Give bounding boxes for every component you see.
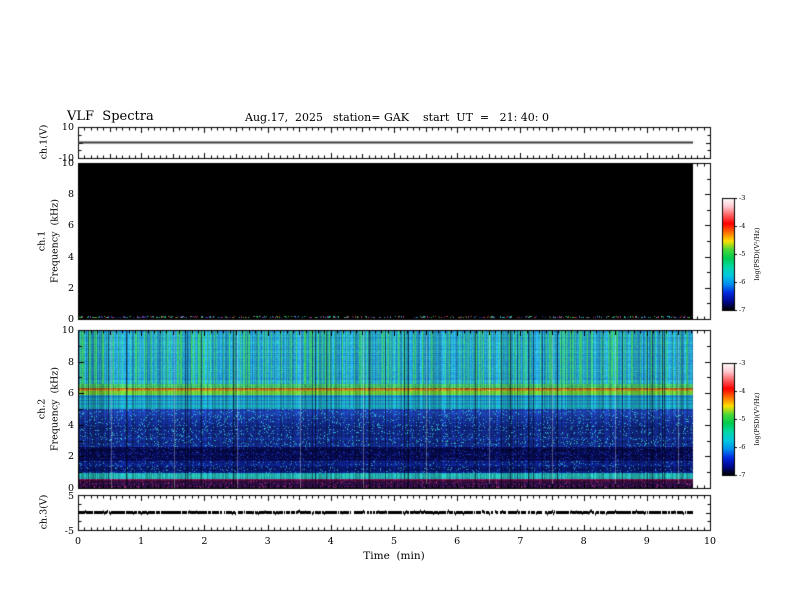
spec2-ytick-label: 8	[67, 356, 74, 368]
time-tick-label: 4	[327, 536, 334, 547]
ch3v-ytick-label: 5	[67, 491, 74, 502]
colorbar-tick-label: -6	[739, 443, 746, 451]
spec1-ytick-label: 6	[67, 220, 74, 232]
time-tick-label: 3	[264, 536, 271, 547]
colorbar-tick-label: -6	[739, 278, 746, 286]
plot-title: VLF Spectra	[67, 109, 154, 124]
spec2-ytick-label: 2	[67, 451, 74, 463]
colorbar-tick-label: -3	[739, 359, 746, 367]
time-tick-label: 10	[703, 536, 717, 547]
spec1-ytick-label: 0	[67, 314, 74, 325]
spec2-ytick-label: 4	[67, 419, 74, 431]
colorbar-tick-label: -4	[739, 222, 746, 230]
vlf-spectra-figure: VLF Spectra Aug.17, 2025 station= GAK st…	[0, 0, 792, 612]
plot-station: station= GAK	[333, 111, 409, 124]
plot-canvas	[0, 0, 792, 612]
colorbar-tick-label: -5	[739, 415, 746, 423]
spec2-ytick-label: 6	[67, 388, 74, 400]
colorbar-tick-label: -7	[739, 306, 746, 314]
spec1-ytick-label: 4	[67, 251, 74, 263]
time-tick-label: 6	[454, 536, 461, 547]
spec2-frequency-label: Frequency (kHz)	[49, 367, 61, 451]
time-tick-label: 1	[138, 536, 145, 547]
plot-date: Aug.17, 2025	[245, 111, 324, 124]
time-tick-label: 7	[517, 536, 524, 547]
spec2-channel-label: ch.2	[36, 398, 48, 420]
spec1-channel-label: ch.1	[36, 230, 48, 252]
time-tick-label: 8	[580, 536, 587, 547]
spec1-ytick-label: 2	[67, 282, 74, 294]
plot-start-ut: start UT = 21: 40: 0	[423, 111, 550, 124]
colorbar-tick-label: -5	[739, 250, 746, 258]
spec1-frequency-label: Frequency (kHz)	[49, 199, 61, 283]
spec2-ytick-label: 10	[61, 325, 74, 336]
time-tick-label: 5	[390, 536, 398, 547]
colorbar-tick-label: -7	[739, 471, 746, 479]
time-tick-label: 9	[643, 536, 650, 547]
colorbar-tick-label: -3	[739, 194, 746, 202]
time-axis-label: Time (min)	[363, 550, 425, 562]
time-tick-label: 2	[201, 536, 208, 547]
time-tick-label: 0	[74, 536, 82, 547]
ch1v-ytick-label: 10	[61, 122, 74, 133]
colorbar-tick-label: -4	[739, 387, 746, 395]
ch1v-ytick-label: -10	[58, 153, 74, 164]
spec1-ytick-label: 8	[67, 189, 74, 201]
